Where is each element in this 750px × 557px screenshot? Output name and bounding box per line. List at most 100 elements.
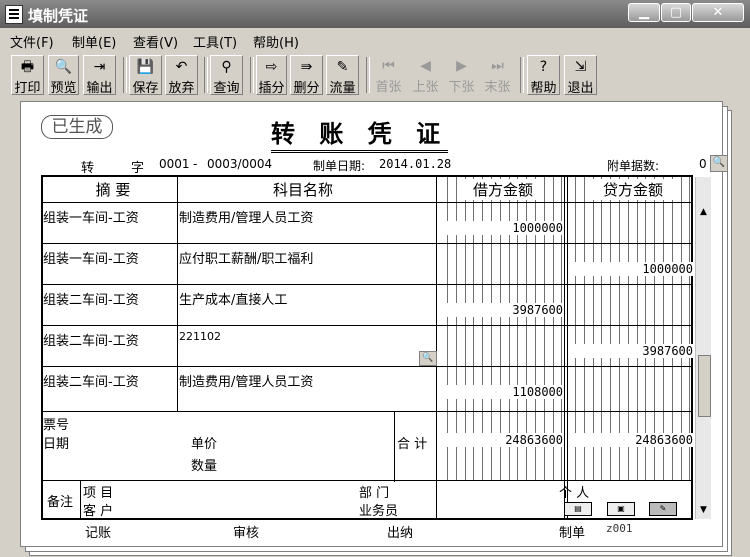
attach-count[interactable]: 0 [699,157,707,171]
toolbar-separator [204,57,208,93]
preview-label: 预览 [50,81,77,96]
customer-label: 客 户 [83,504,114,519]
prev-button[interactable]: ◀ 上张 [409,55,442,95]
help-button[interactable]: ? 帮助 [527,55,560,96]
export-label: 输出 [86,81,113,96]
total-credit: 24863600 [569,433,693,447]
insert-entry-button[interactable]: ⇨ 插分 [256,55,287,96]
attach-search-icon[interactable]: 🔍 [710,155,728,172]
menu-view[interactable]: 查看(V) [133,32,178,51]
quantity-label: 数量 [191,459,218,474]
bookkeeping-label: 记账 [85,526,112,541]
query-label: 查询 [213,81,240,96]
first-button[interactable]: ⏮ 首张 [372,55,405,95]
maximize-button[interactable]: ▢ [661,3,691,22]
window-title: 填制凭证 [28,7,89,25]
help-icon: ? [539,59,548,75]
export-button[interactable]: ⇥ 输出 [83,55,116,96]
next-button[interactable]: ▶ 下张 [445,55,478,95]
total-debit: 24863600 [439,433,563,447]
scroll-down-icon[interactable]: ▼ [696,503,711,518]
col-divider [80,480,81,518]
exit-label: 退出 [567,81,594,96]
voucher-type-suffix: 字 [131,161,145,176]
header-credit: 贷方金额 [593,179,673,200]
row-debit[interactable]: 1108000 [439,385,563,399]
voucher-window: 填制凭证 ▁ ▢ ✕ 文件(F) 制单(E) 查看(V) 工具(T) 帮助(H)… [0,0,750,557]
menu-bar: 文件(F) 制单(E) 查看(V) 工具(T) 帮助(H) [0,30,750,51]
menu-file[interactable]: 文件(F) [10,32,54,51]
exit-button[interactable]: ⇲ 退出 [564,55,597,96]
binoculars-icon: ⚲ [221,59,232,75]
scroll-up-icon[interactable]: ▲ [696,205,711,220]
col-divider [394,412,395,482]
scroll-thumb[interactable] [698,355,711,417]
row-credit[interactable]: 1000000 [569,262,693,276]
row-summary[interactable]: 组装二车间-工资 [43,371,139,390]
app-icon [5,5,23,24]
discard-label: 放弃 [168,81,195,96]
row-divider [43,325,691,326]
row-summary[interactable]: 组装一车间-工资 [43,207,139,226]
row-account[interactable]: 制造费用/管理人员工资 [179,371,313,390]
date-label: 制单日期: [313,159,366,173]
row-debit[interactable]: 1000000 [439,221,563,235]
table-scrollbar[interactable]: ▲ ▼ [695,177,711,519]
header-summary: 摘 要 [95,181,131,199]
row-divider [43,411,691,412]
voucher-document: 已生成 转 账 凭 证 转 字 0001 - 0003/0004 制单日期: 2… [20,101,728,547]
aux-monitor-icon[interactable]: ▣ [607,502,635,516]
discard-button[interactable]: ↶ 放弃 [165,55,198,96]
total-label: 合 计 [397,437,428,452]
account-search-icon[interactable]: 🔍 [419,351,437,366]
close-button[interactable]: ✕ [692,3,744,22]
query-button[interactable]: ⚲ 查询 [210,55,243,96]
person-label: 个 人 [559,486,590,501]
voucher-no-dash: - [193,157,198,171]
last-button[interactable]: ⏭ 末张 [481,55,514,95]
menu-help[interactable]: 帮助(H) [253,32,299,51]
aux-edit-icon[interactable]: ✎ [649,502,677,516]
row-account[interactable]: 221102 [179,330,221,343]
last-label: 末张 [484,80,511,95]
row-divider [43,243,691,244]
delete-entry-button[interactable]: ⇛ 删分 [290,55,323,96]
project-label: 项 目 [83,486,114,501]
minimize-button[interactable]: ▁ [628,3,660,22]
voucher-date[interactable]: 2014.01.28 [379,157,451,171]
print-label: 打印 [14,81,41,96]
print-button[interactable]: 🖶 打印 [11,55,44,96]
toolbar-separator [123,57,127,93]
row-debit[interactable]: 3987600 [439,303,563,317]
toolbar-separator [366,57,370,93]
ticket-no-label: 票号 [43,418,70,433]
row-summary[interactable]: 组装二车间-工资 [43,330,139,349]
maker-name: z001 [606,522,633,535]
row-summary[interactable]: 组装二车间-工资 [43,289,139,308]
voucher-type-char: 转 [81,161,95,176]
aux-card-icon[interactable]: ▤ [564,502,592,516]
row-divider [43,284,691,285]
attach-label: 附单据数: [607,159,660,173]
generated-stamp: 已生成 [41,115,113,139]
review-label: 审核 [233,526,260,541]
menu-voucher[interactable]: 制单(E) [72,32,116,51]
next-label: 下张 [448,80,475,95]
preview-button[interactable]: 🔍 预览 [48,55,79,96]
first-label: 首张 [375,80,402,95]
col-divider [177,177,178,412]
row-account[interactable]: 应付职工薪酬/职工福利 [179,248,313,267]
printer-icon: 🖶 [20,59,35,75]
pen-icon: ✎ [336,59,349,75]
menu-tools[interactable]: 工具(T) [193,32,237,51]
cashflow-button[interactable]: ✎ 流量 [326,55,359,96]
voucher-no-prefix[interactable]: 0001 [159,157,190,171]
row-summary[interactable]: 组装一车间-工资 [43,248,139,267]
row-account[interactable]: 生产成本/直接人工 [179,289,287,308]
flow-label: 流量 [329,81,356,96]
undo-icon: ↶ [175,59,188,75]
row-credit[interactable]: 3987600 [569,344,693,358]
row-account[interactable]: 制造费用/管理人员工资 [179,207,313,226]
col-divider [436,177,437,518]
save-button[interactable]: 💾 保存 [129,55,162,96]
